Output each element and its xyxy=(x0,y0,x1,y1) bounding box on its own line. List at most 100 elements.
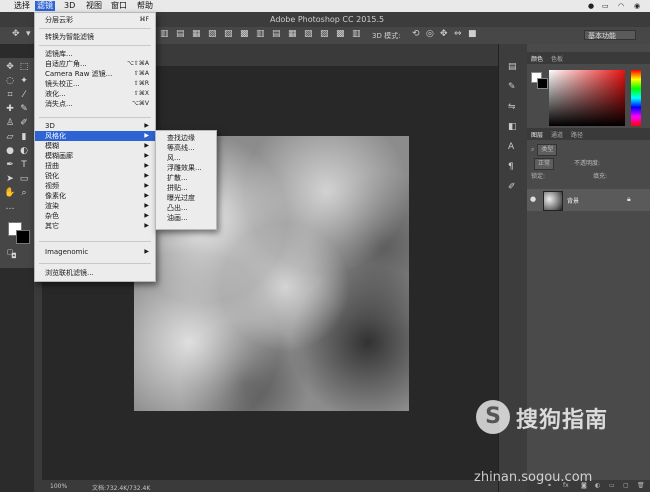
submenu-item-trace-contour[interactable]: 等高线... xyxy=(156,143,216,153)
menu-item-smart-filter[interactable]: 转换为智能滤镜 xyxy=(35,32,155,42)
submenu-item-tiles[interactable]: 拼贴... xyxy=(156,183,216,193)
history-brush-icon[interactable]: ✐ xyxy=(18,118,30,128)
screen-mode-icon[interactable]: ▢ xyxy=(4,248,16,256)
styles-panel-icon[interactable]: ◧ xyxy=(508,122,517,132)
tab-layers[interactable]: 图层 xyxy=(531,130,543,139)
menu-item-3d[interactable]: 3D ▶ xyxy=(35,121,155,131)
submenu-item-oil-paint[interactable]: 油画... xyxy=(156,213,216,223)
layer-name[interactable]: 背景 xyxy=(567,196,579,205)
3d-pan-icon[interactable]: ✥ xyxy=(440,29,448,39)
menu-item-imagenomic[interactable]: Imagenomic ▶ xyxy=(35,247,155,257)
more-tools-icon[interactable]: … xyxy=(4,202,16,212)
submenu-item-diffuse[interactable]: 扩散... xyxy=(156,173,216,183)
menu-item-browse-online-filters[interactable]: 浏览联机滤镜... xyxy=(35,268,155,278)
3d-roll-icon[interactable]: ◎ xyxy=(426,29,434,39)
move-tool-icon[interactable]: ✥ xyxy=(12,29,20,39)
menu-item-blur[interactable]: 模糊 ▶ xyxy=(35,141,155,151)
eye-icon[interactable]: ● xyxy=(530,195,536,203)
battery-icon[interactable]: ▭ xyxy=(602,2,609,10)
submenu-item-emboss[interactable]: 浮雕效果... xyxy=(156,163,216,173)
adjustments-panel-icon[interactable]: ⇋ xyxy=(508,102,516,112)
zoom-level[interactable]: 100% xyxy=(50,483,67,490)
menu-item-last-filter[interactable]: 分层云彩 ⌘F xyxy=(35,15,155,25)
zoom-tool-icon[interactable]: ⌕ xyxy=(18,188,30,198)
menu-item-lens-correction[interactable]: 镜头校正... ⇧⌘R xyxy=(35,79,155,89)
menu-item-adaptive-wide-angle[interactable]: 自适应广角... ⌥⇧⌘A xyxy=(35,59,155,69)
distribute-icon[interactable]: ▨ xyxy=(224,29,233,39)
menu-item-distort[interactable]: 扭曲 ▶ xyxy=(35,161,155,171)
distribute-icon[interactable]: ▨ xyxy=(320,29,329,39)
submenu-item-extrude[interactable]: 凸出... xyxy=(156,203,216,213)
menu-item-liquify[interactable]: 液化... ⇧⌘X xyxy=(35,89,155,99)
tab-color[interactable]: 颜色 xyxy=(531,54,543,63)
panel-background-swatch[interactable] xyxy=(537,78,548,89)
chevron-down-icon[interactable]: ▾ xyxy=(26,29,31,39)
distribute-icon[interactable]: ▦ xyxy=(288,29,297,39)
workspace-select[interactable]: 基本功能 xyxy=(584,30,636,40)
menu-item-vanishing-point[interactable]: 消失点... ⌥⌘V xyxy=(35,99,155,109)
tab-paths[interactable]: 路径 xyxy=(571,130,583,139)
healing-brush-icon[interactable]: ✚ xyxy=(4,104,16,114)
move-tool-icon[interactable]: ✥ xyxy=(4,62,16,72)
shape-tool-icon[interactable]: ▭ xyxy=(18,174,30,184)
3d-scale-icon[interactable]: ■ xyxy=(468,29,477,39)
properties-panel-icon[interactable]: ✎ xyxy=(508,82,516,92)
tab-swatches[interactable]: 色板 xyxy=(551,54,563,63)
lasso-tool-icon[interactable]: ◌ xyxy=(4,76,16,86)
pen-tool-icon[interactable]: ✒ xyxy=(4,160,16,170)
hand-tool-icon[interactable]: ✋ xyxy=(4,188,16,198)
gradient-tool-icon[interactable]: ▮ xyxy=(18,132,30,142)
distribute-icon[interactable]: ▧ xyxy=(208,29,217,39)
menu-3d[interactable]: 3D xyxy=(62,1,77,11)
3d-rotate-icon[interactable]: ⟲ xyxy=(412,29,420,39)
menu-item-noise[interactable]: 杂色 ▶ xyxy=(35,211,155,221)
distribute-icon[interactable]: ▩ xyxy=(240,29,249,39)
crop-tool-icon[interactable]: ⌗ xyxy=(4,90,16,100)
eyedropper-icon[interactable]: ⁄ xyxy=(18,90,30,100)
wifi-icon[interactable]: ◠ xyxy=(618,2,624,10)
align-icon[interactable]: ▤ xyxy=(176,29,185,39)
brush-tool-icon[interactable]: ✎ xyxy=(18,104,30,114)
distribute-icon[interactable]: ▥ xyxy=(256,29,265,39)
distribute-icon[interactable]: ▥ xyxy=(352,29,361,39)
history-panel-icon[interactable]: ▤ xyxy=(508,62,517,72)
background-color-swatch[interactable] xyxy=(16,230,30,244)
character-panel-icon[interactable]: A xyxy=(508,142,514,152)
marquee-tool-icon[interactable]: ⬚ xyxy=(18,62,30,72)
menu-view[interactable]: 视图 xyxy=(84,1,104,11)
magic-wand-icon[interactable]: ✦ xyxy=(18,76,30,86)
volume-icon[interactable]: ◉ xyxy=(634,2,640,10)
distribute-icon[interactable]: ▤ xyxy=(272,29,281,39)
menu-filter[interactable]: 滤镜 xyxy=(35,1,55,11)
brush-panel-icon[interactable]: ✐ xyxy=(508,182,516,192)
distribute-icon[interactable]: ▩ xyxy=(336,29,345,39)
type-tool-icon[interactable]: T xyxy=(18,160,30,170)
clone-stamp-icon[interactable]: ♙ xyxy=(4,118,16,128)
menu-window[interactable]: 窗口 xyxy=(109,1,129,11)
align-icon[interactable]: ▦ xyxy=(192,29,201,39)
wechat-icon[interactable]: ● xyxy=(588,2,594,10)
menu-item-filter-gallery[interactable]: 滤镜库... xyxy=(35,49,155,59)
menu-item-render[interactable]: 渲染 ▶ xyxy=(35,201,155,211)
tab-channels[interactable]: 通道 xyxy=(551,130,563,139)
layer-row[interactable]: ● 背景 🔒︎ xyxy=(527,189,650,211)
menu-item-stylize[interactable]: 风格化 ▶ xyxy=(35,131,155,141)
eraser-tool-icon[interactable]: ▱ xyxy=(4,132,16,142)
submenu-item-wind[interactable]: 风... xyxy=(156,153,216,163)
menu-item-other[interactable]: 其它 ▶ xyxy=(35,221,155,231)
menu-item-camera-raw[interactable]: Camera Raw 滤镜... ⇧⌘A xyxy=(35,69,155,79)
submenu-item-solarize[interactable]: 曝光过度 xyxy=(156,193,216,203)
path-select-icon[interactable]: ➤ xyxy=(4,174,16,184)
paragraph-panel-icon[interactable]: ¶ xyxy=(508,162,514,172)
layer-kind-select[interactable]: 类型 xyxy=(537,144,558,156)
color-picker-field[interactable] xyxy=(549,70,625,126)
3d-slide-icon[interactable]: ⇔ xyxy=(454,29,462,39)
menu-select[interactable]: 选择 xyxy=(12,1,32,11)
blend-mode-select[interactable]: 正常 xyxy=(534,158,555,170)
hue-slider[interactable] xyxy=(631,70,641,126)
menu-help[interactable]: 帮助 xyxy=(135,1,155,11)
dodge-tool-icon[interactable]: ◐ xyxy=(18,146,30,156)
align-icon[interactable]: ▥ xyxy=(160,29,169,39)
submenu-item-find-edges[interactable]: 查找边缘 xyxy=(156,133,216,143)
blur-tool-icon[interactable]: ● xyxy=(4,146,16,156)
